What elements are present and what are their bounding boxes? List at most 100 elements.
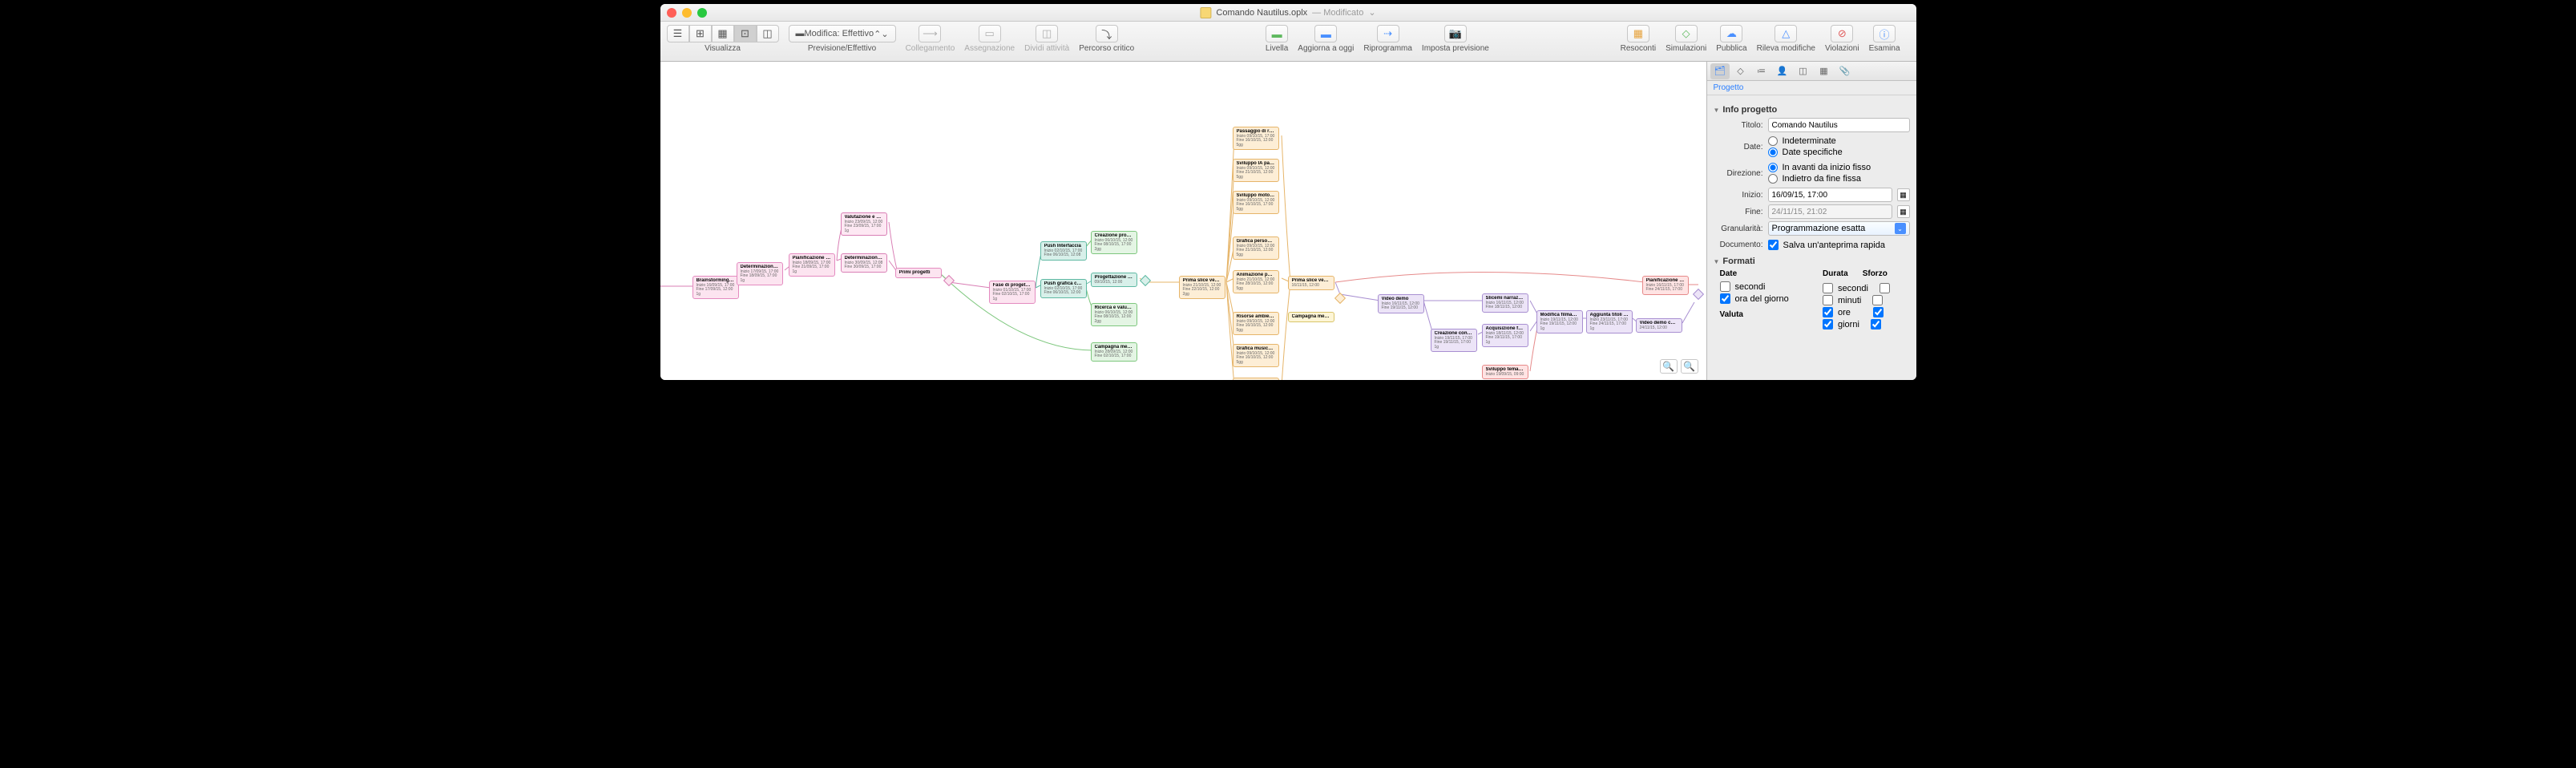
split-button[interactable]: ◫	[1036, 25, 1058, 42]
publish-button[interactable]: ☁	[1720, 25, 1742, 42]
zoom-in-button[interactable]: 🔍	[1681, 359, 1698, 374]
inspect-button[interactable]: ⓘ	[1873, 25, 1896, 42]
task-node[interactable]: Video demo completato24/11/15, 12:00	[1636, 318, 1682, 333]
task-node[interactable]: Passaggio di rifinitura t...Inizio 09/10…	[1233, 127, 1279, 150]
direction-forward-radio[interactable]	[1768, 163, 1778, 172]
level-button[interactable]: ▬	[1266, 25, 1288, 42]
baseline-group: 📷 Imposta previsione	[1422, 25, 1489, 53]
task-node[interactable]: Modifica filmato per te...Inizio 19/11/1…	[1536, 310, 1583, 333]
network-canvas[interactable]: Brainstorming su tem...Inizio 16/09/15, …	[660, 62, 1706, 380]
effort-seconds-checkbox[interactable]	[1880, 283, 1890, 293]
task-node[interactable]: Creazione progetto in n...Inizio 06/10/1…	[1091, 231, 1137, 254]
tab-tasks-icon[interactable]: ≔	[1752, 63, 1771, 79]
task-node[interactable]: Ricerca e valutazione s...Inizio 06/10/1…	[1091, 303, 1137, 326]
milestone-diamond[interactable]	[1139, 275, 1150, 286]
task-node[interactable]: Creazione concorsi perInizio 19/11/15, 1…	[1431, 329, 1477, 352]
dates-indeterminate-radio[interactable]	[1768, 136, 1778, 146]
tab-project-icon[interactable]: 🗂	[1710, 63, 1730, 79]
dates-label: Date:	[1714, 143, 1763, 152]
minimize-icon[interactable]	[682, 8, 692, 18]
effort-hours-checkbox[interactable]	[1873, 307, 1884, 317]
assignment-button[interactable]: ▭	[979, 25, 1001, 42]
section-formats-header[interactable]: Formati	[1714, 257, 1910, 266]
task-node[interactable]: Prima slice verticale co...16/11/15, 12:…	[1288, 276, 1334, 290]
milestone-diamond[interactable]	[1692, 289, 1703, 300]
view-calendar-button[interactable]: ▦	[712, 25, 734, 42]
forecast-actual-button[interactable]: ▬ Modifica: Effettivo ⌃⌄	[789, 25, 896, 42]
task-node[interactable]: Sviluppo IA pathfindingInizio 09/10/15, …	[1233, 159, 1279, 182]
task-node[interactable]: Prima slice verticaleInizio 21/10/15, 12…	[1179, 276, 1225, 299]
task-node[interactable]: Aggiunta titoli a rendi...Inizio 23/11/1…	[1586, 310, 1633, 333]
baseline-button[interactable]: 📷	[1444, 25, 1467, 42]
tab-attachments-icon[interactable]: 📎	[1835, 63, 1855, 79]
dates-specific-radio[interactable]	[1768, 148, 1778, 157]
milestone-diamond[interactable]	[1334, 293, 1345, 304]
quicklook-checkbox[interactable]	[1768, 240, 1779, 250]
task-node[interactable]: Determinazione dipen...Inizio 30/09/15, …	[841, 253, 887, 273]
tab-custom-icon[interactable]: ▦	[1815, 63, 1834, 79]
section-info-header[interactable]: Info progetto	[1714, 105, 1910, 115]
critical-path-group: ⤵ Percorso critico	[1079, 25, 1134, 53]
violations-button[interactable]: ⊘	[1831, 25, 1853, 42]
task-node[interactable]: Animazione musica perm...Inizio 09/10/15…	[1233, 378, 1279, 380]
task-node[interactable]: Grafica personaggi sche...Inizio 09/10/1…	[1233, 236, 1279, 260]
task-node[interactable]: Fase di progettazioneInizio 01/10/15, 17…	[989, 281, 1036, 304]
critical-path-button[interactable]: ⤵	[1096, 25, 1118, 42]
task-node[interactable]: Animazione personaggiInizio 21/10/15, 12…	[1233, 270, 1279, 293]
calendar-icon[interactable]: ▦	[1897, 188, 1910, 201]
zoom-icon[interactable]	[697, 8, 707, 18]
task-node[interactable]: Acquisizione filmati du...Inizio 18/11/1…	[1482, 324, 1528, 347]
view-network-button[interactable]: ⊡	[734, 25, 757, 42]
calendar-icon[interactable]: ▦	[1897, 205, 1910, 218]
task-node[interactable]: Slicemi narrazioni stru...Inizio 16/11/1…	[1482, 293, 1528, 313]
task-node[interactable]: Campagna media fase 1Inizio 28/09/15, 12…	[1091, 342, 1137, 362]
task-node[interactable]: Grafica musica prima areaInizio 09/10/15…	[1233, 344, 1279, 367]
task-node[interactable]: Push InterfacciaInizio 02/10/15, 17:00Fi…	[1040, 241, 1087, 261]
dates-seconds-checkbox[interactable]	[1720, 281, 1730, 292]
chevron-down-icon[interactable]: ⌄	[1368, 7, 1375, 18]
task-node[interactable]: Sviluppo motore per co...Inizio 09/10/15…	[1233, 191, 1279, 214]
violations-label: Violazioni	[1825, 44, 1859, 53]
tab-milestones-icon[interactable]: ◇	[1731, 63, 1750, 79]
task-node[interactable]: Video demoInizio 16/11/15, 12:00Fine 19/…	[1378, 294, 1424, 313]
connection-label: Collegamento	[906, 44, 955, 53]
task-node[interactable]: Sviluppo tema musicaleInizio 19/09/15, 0…	[1482, 365, 1528, 379]
duration-hours-checkbox[interactable]	[1823, 307, 1833, 317]
duration-minutes-checkbox[interactable]	[1823, 295, 1833, 305]
tab-resources-icon[interactable]: 👤	[1773, 63, 1792, 79]
task-node[interactable]: Push grafica conceptInizio 02/10/15, 17:…	[1040, 279, 1087, 298]
start-input[interactable]	[1768, 188, 1892, 202]
reports-button[interactable]: ▦	[1627, 25, 1649, 42]
task-node[interactable]: Progettazione completata09/10/15, 12:00	[1091, 273, 1137, 287]
task-node[interactable]: Risorse ambienti prim...Inizio 09/10/15,…	[1233, 312, 1279, 335]
view-gantt-button[interactable]: ☰	[667, 25, 689, 42]
task-node[interactable]: Pianificazione per Gam...Inizio 16/11/15…	[1642, 276, 1689, 295]
task-node[interactable]: Campagna media fase 2	[1288, 312, 1334, 322]
simulations-button[interactable]: ◇	[1675, 25, 1698, 42]
view-resource-button[interactable]: ⊞	[689, 25, 712, 42]
task-node[interactable]: Pianificazione scen...Inizio 18/09/15, 1…	[789, 253, 835, 277]
effort-days-checkbox[interactable]	[1871, 319, 1881, 329]
direction-backward-radio[interactable]	[1768, 174, 1778, 184]
catchup-button[interactable]: ▬	[1314, 25, 1337, 42]
granularity-select[interactable]: Programmazione esatta⌄	[1768, 221, 1910, 236]
zoom-out-button[interactable]: 🔍	[1660, 359, 1678, 374]
inspector-body: Info progetto Titolo: Date: Indeterminat…	[1707, 95, 1916, 336]
task-node[interactable]: Valutazione e selezioneInizio 23/09/15, …	[841, 212, 887, 236]
dates-timeofday-checkbox[interactable]	[1720, 293, 1730, 304]
title-input[interactable]	[1768, 118, 1910, 132]
formats-duration-column: Durata Sforzo secondi minuti ore giorni	[1823, 269, 1910, 331]
task-node[interactable]: Brainstorming su tem...Inizio 16/09/15, …	[692, 276, 739, 299]
reschedule-button[interactable]: ⇢	[1377, 25, 1399, 42]
view-styles-button[interactable]: ◫	[757, 25, 779, 42]
task-node[interactable]: Primi progetti	[895, 268, 942, 278]
task-node[interactable]: Determinazione politicaInizio 17/09/15, …	[737, 262, 783, 285]
milestone-diamond[interactable]	[943, 275, 954, 286]
effort-minutes-checkbox[interactable]	[1872, 295, 1883, 305]
connection-button[interactable]: ⟶	[919, 25, 941, 42]
changes-button[interactable]: △	[1775, 25, 1797, 42]
tab-styles-icon[interactable]: ◫	[1794, 63, 1813, 79]
duration-days-checkbox[interactable]	[1823, 319, 1833, 329]
duration-seconds-checkbox[interactable]	[1823, 283, 1833, 293]
close-icon[interactable]	[667, 8, 676, 18]
